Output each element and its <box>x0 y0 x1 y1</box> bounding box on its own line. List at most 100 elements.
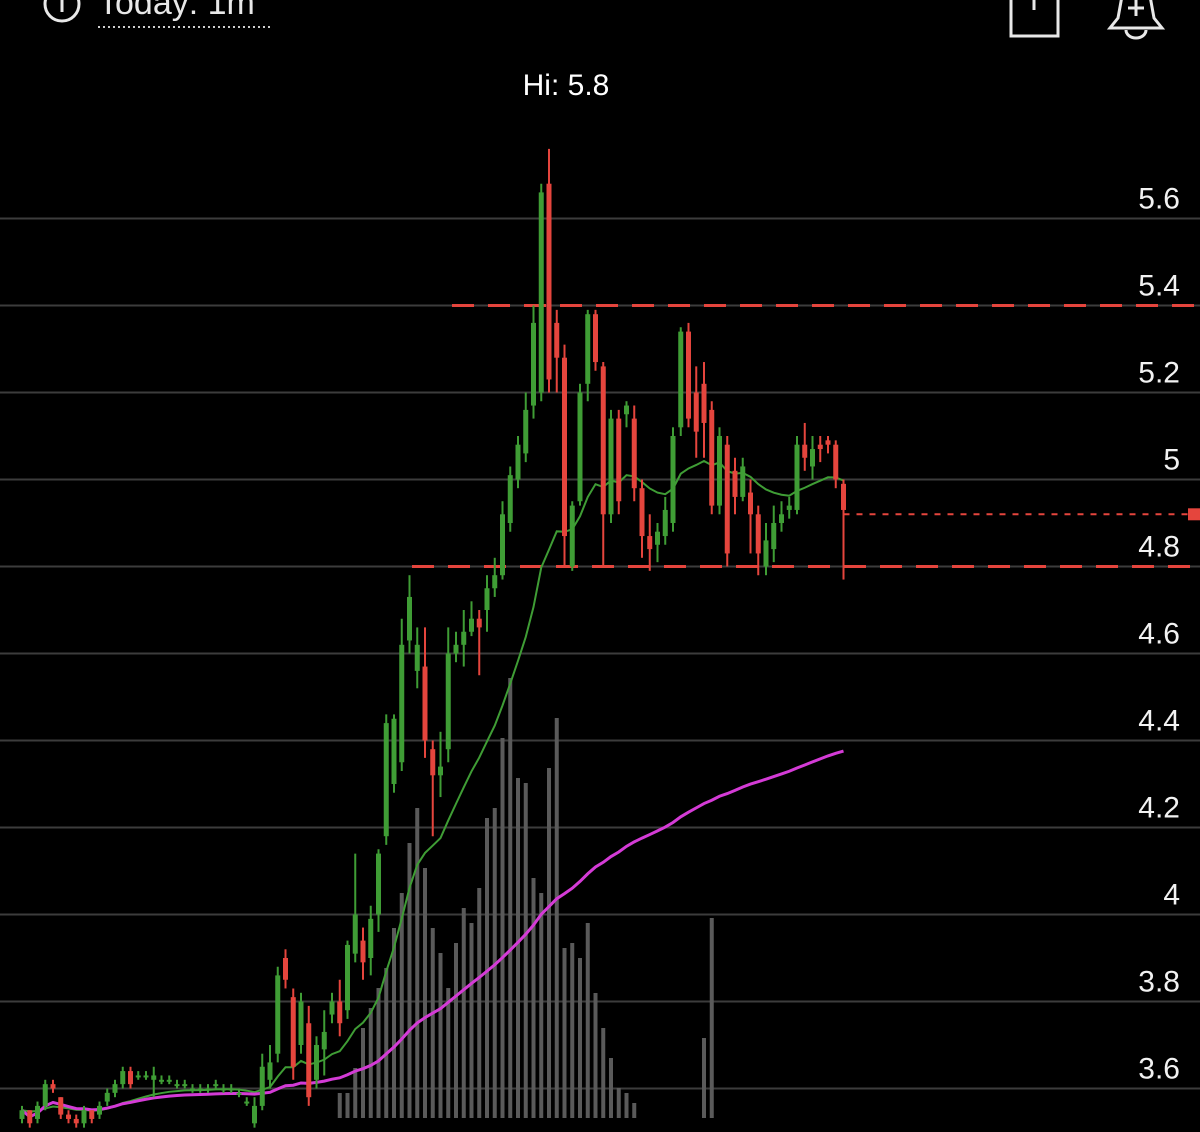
candle-body <box>430 749 436 776</box>
volume-bar <box>376 988 381 1118</box>
candle-body <box>461 631 467 645</box>
candle <box>128 1066 133 1089</box>
y-tick-label: 4.2 <box>1138 792 1180 825</box>
candle <box>190 1084 195 1093</box>
candle <box>717 427 722 515</box>
candle-body <box>329 1001 335 1015</box>
candle-body <box>616 418 622 502</box>
candle <box>554 309 560 393</box>
candle <box>368 905 374 976</box>
y-tick-label: 5.4 <box>1138 270 1180 303</box>
candle <box>27 1110 33 1128</box>
candle-body <box>794 444 800 510</box>
candle-body <box>275 975 281 1054</box>
candle <box>166 1075 172 1085</box>
candle <box>391 714 397 793</box>
candle <box>182 1079 188 1089</box>
candle-body <box>58 1097 64 1115</box>
candle-body <box>748 492 753 515</box>
volume-bar <box>415 808 420 1118</box>
candle <box>352 853 358 963</box>
y-tick-label: 4.8 <box>1138 531 1180 564</box>
volume-bar <box>554 718 559 1118</box>
candle-body <box>686 331 691 419</box>
candle-body <box>314 1045 319 1080</box>
candle <box>151 1066 157 1098</box>
candle-body <box>360 940 366 963</box>
candle <box>538 183 544 402</box>
candle-body <box>546 183 552 380</box>
candle <box>569 501 575 571</box>
candle-body <box>213 1084 219 1087</box>
candle-body <box>290 997 296 1067</box>
volume-bar <box>593 993 598 1118</box>
candle-body <box>205 1088 211 1091</box>
candle <box>647 514 653 571</box>
candle-body <box>383 723 389 837</box>
candle <box>686 322 691 428</box>
candle-body <box>600 366 606 515</box>
volume-bar <box>454 943 458 1118</box>
candle-body <box>190 1088 195 1091</box>
candle <box>35 1101 40 1124</box>
candle-body <box>236 1092 242 1095</box>
candle <box>197 1084 203 1093</box>
candle <box>42 1079 48 1111</box>
candle-body <box>593 314 598 363</box>
volume-bar <box>477 888 482 1118</box>
candle-body <box>755 514 761 554</box>
y-tick-label: 4.6 <box>1138 618 1180 651</box>
volume-bar <box>516 778 520 1118</box>
candle-body <box>414 644 420 671</box>
candle-body <box>174 1084 180 1087</box>
candle <box>755 505 761 576</box>
y-tick-label: 5.6 <box>1138 183 1180 216</box>
y-tick-label: 5.2 <box>1138 357 1180 390</box>
candle-body <box>624 405 629 415</box>
y-tick-label: 4 <box>1163 879 1180 912</box>
volume-bar <box>438 953 443 1118</box>
candle <box>461 610 467 667</box>
candle <box>104 1088 110 1106</box>
candle <box>701 362 707 458</box>
candle <box>600 362 606 567</box>
candle <box>306 1005 312 1106</box>
candle <box>221 1084 226 1093</box>
y-tick-label: 3.8 <box>1138 966 1180 999</box>
candle-body <box>19 1110 25 1119</box>
candle <box>430 740 436 837</box>
candle <box>228 1084 234 1093</box>
candle <box>66 1110 71 1124</box>
candle <box>484 575 490 632</box>
candle-body <box>81 1110 87 1124</box>
volume-bar <box>632 1103 637 1118</box>
grid-lines <box>0 217 1200 1090</box>
candle-body <box>104 1092 110 1102</box>
volume-bar <box>461 908 466 1118</box>
y-tick-label: 3.6 <box>1138 1053 1180 1086</box>
candle <box>523 392 529 463</box>
candle-body <box>538 192 544 393</box>
candle <box>252 1097 257 1128</box>
candle <box>445 627 451 763</box>
candle <box>624 401 629 428</box>
candle-body <box>112 1084 118 1093</box>
candle-body <box>569 505 575 567</box>
candle-body <box>678 331 684 428</box>
candle <box>608 409 614 523</box>
candle-body <box>709 409 715 506</box>
candlestick-chart[interactable]: 5.6 5.4 5.2 5 4.8 4.6 4.4 4.2 4 3.8 3.6 Hi: 5.8 <box>0 0 1200 1132</box>
candle-body <box>608 418 614 515</box>
candle <box>50 1079 56 1093</box>
volume-bar <box>361 1028 365 1118</box>
candle-body <box>35 1105 40 1119</box>
volume-bar <box>423 868 427 1118</box>
candle <box>112 1079 118 1098</box>
candle <box>817 436 823 463</box>
candle-body <box>259 1066 265 1106</box>
candle-body <box>345 944 350 1011</box>
candle-body <box>655 531 660 545</box>
candle-body <box>391 718 397 784</box>
candle-body <box>476 618 482 628</box>
candle <box>794 436 800 515</box>
